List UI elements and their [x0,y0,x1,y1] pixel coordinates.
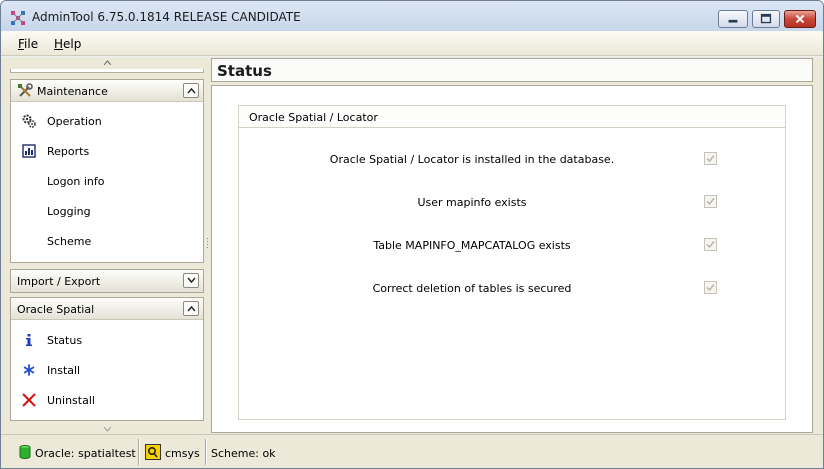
nav-item-label: Operation [47,115,102,128]
nav-item-logging[interactable]: Logging [11,197,203,225]
database-icon [19,445,31,459]
check-row: Correct deletion of tables is secured [239,279,785,299]
group-title: Oracle Spatial / Locator [249,111,378,124]
client-area: Maintenance Operation Reports Logon info… [1,57,823,434]
status-bar: Oracle: spatialtest cmsys Scheme: ok [1,434,823,468]
check-icon [706,198,715,206]
panel-import-export: Import / Export [10,269,204,293]
chevron-up-icon [187,305,196,312]
status-separator [205,439,207,465]
check-row: User mapinfo exists [239,193,785,213]
red-x-icon [22,393,36,407]
close-icon [795,14,805,24]
status-separator [138,439,140,465]
content-header: Status [211,58,813,82]
check-icon [706,284,715,292]
maximize-button[interactable] [752,10,780,28]
info-icon [26,334,32,346]
nav-scroll-up-button[interactable] [9,57,205,69]
close-button[interactable] [784,10,816,28]
nav-item-label: Logon info [47,175,105,188]
minimize-button[interactable] [718,10,748,28]
minimize-icon [728,19,738,23]
status-checkbox [704,281,717,294]
nav-item-install[interactable]: Install [11,356,203,384]
group-caption: Oracle Spatial / Locator [239,106,785,128]
check-label: User mapinfo exists [417,196,527,209]
status-connection: Oracle: spatialtest [17,440,136,464]
splitter-handle[interactable] [206,237,209,251]
check-icon [706,241,715,249]
panel-oracle-spatial-collapse-button[interactable] [183,301,199,316]
tools-icon [18,83,33,97]
panel-import-export-title: Import / Export [17,275,101,288]
status-checkbox [704,238,717,251]
content-panel: Oracle Spatial / Locator Oracle Spatial … [211,85,813,433]
status-scheme: Scheme: ok [211,440,311,464]
panel-oracle-spatial: Oracle Spatial Status Install Uninstall [10,297,204,421]
status-user: cmsys [145,440,203,464]
panel-maintenance-collapse-button[interactable] [183,83,199,98]
page-title: Status [217,62,272,80]
oracle-spatial-group: Oracle Spatial / Locator Oracle Spatial … [238,105,786,420]
asterisk-icon [23,364,35,376]
check-row: Oracle Spatial / Locator is installed in… [239,150,785,170]
nav-item-logon-info[interactable]: Logon info [11,167,203,195]
nav-item-status[interactable]: Status [11,326,203,354]
nav-item-uninstall[interactable]: Uninstall [11,386,203,414]
status-checkbox [704,152,717,165]
chevron-up-icon [103,60,111,66]
nav-item-scheme[interactable]: Scheme [11,227,203,255]
nav-panel-remnant [10,69,204,73]
app-icon [11,11,25,25]
window-title: AdminTool 6.75.0.1814 RELEASE CANDIDATE [32,10,301,24]
panel-oracle-spatial-title: Oracle Spatial [17,303,95,316]
panel-maintenance-header[interactable]: Maintenance [11,80,203,102]
app-window: AdminTool 6.75.0.1814 RELEASE CANDIDATE … [0,0,824,469]
status-connection-text: Oracle: spatialtest [35,447,136,460]
nav-item-label: Status [47,334,83,347]
nav-item-label: Logging [47,205,91,218]
title-bar[interactable]: AdminTool 6.75.0.1814 RELEASE CANDIDATE [1,1,823,31]
nav-item-operation[interactable]: Operation [11,107,203,135]
status-checkbox [704,195,717,208]
check-icon [706,155,715,163]
panel-import-export-header[interactable]: Import / Export [11,270,203,292]
check-label: Oracle Spatial / Locator is installed in… [329,153,615,166]
nav-item-label: Install [47,364,81,377]
maximize-icon [760,13,772,24]
nav-item-label: Scheme [47,235,92,248]
panel-maintenance: Maintenance Operation Reports Logon info… [10,79,204,263]
user-key-icon [145,444,161,460]
panel-maintenance-title: Maintenance [37,85,108,98]
nav-item-reports[interactable]: Reports [11,137,203,165]
check-label: Table MAPINFO_MAPCATALOG exists [373,239,571,252]
panel-import-export-expand-button[interactable] [183,273,199,288]
chevron-down-icon [187,277,196,284]
nav-item-label: Reports [47,145,90,158]
panel-oracle-spatial-header[interactable]: Oracle Spatial [11,298,203,320]
check-label: Correct deletion of tables is secured [372,282,572,295]
status-user-text: cmsys [165,447,200,460]
chevron-down-icon [103,426,111,432]
nav-item-label: Uninstall [47,394,95,407]
gears-icon [22,114,36,128]
chevron-up-icon [187,87,196,94]
menu-help[interactable]: Help [54,37,81,51]
menu-file[interactable]: File [18,37,38,51]
status-scheme-text: Scheme: ok [211,447,276,460]
report-icon [22,144,36,158]
check-row: Table MAPINFO_MAPCATALOG exists [239,236,785,256]
menu-bar: File Help [1,31,823,56]
